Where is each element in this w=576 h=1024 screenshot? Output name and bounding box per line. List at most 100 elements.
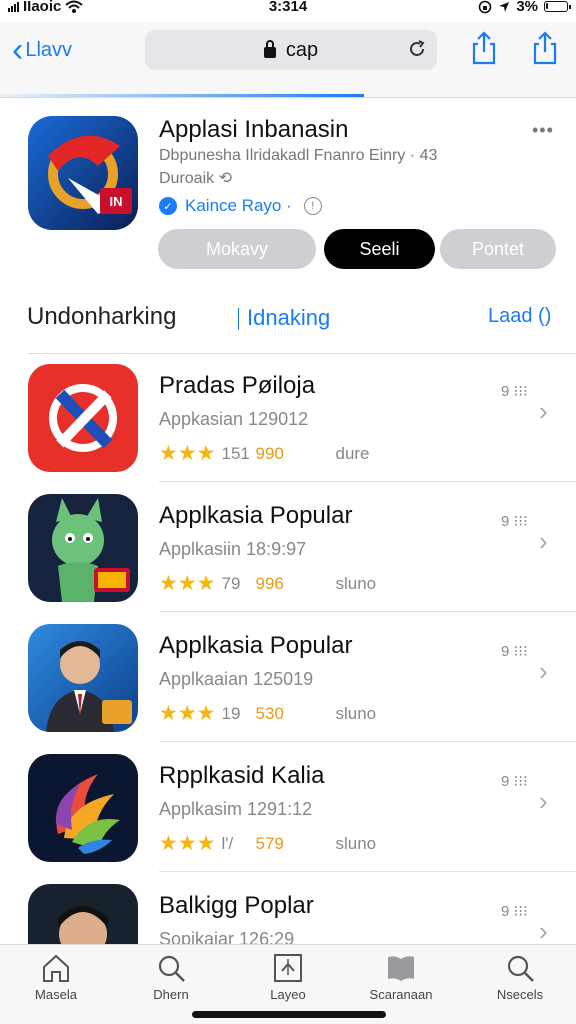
app-rating: ★★★ 79 996 sluno bbox=[159, 571, 376, 596]
rating-count: 151 bbox=[221, 443, 250, 463]
svg-text:IN: IN bbox=[110, 194, 123, 209]
more-options-icon[interactable]: ••• bbox=[532, 120, 554, 141]
share-icon[interactable] bbox=[530, 30, 560, 66]
star-rating-icon: ★★★ bbox=[159, 702, 216, 725]
browser-nav-bar: ‹ Llavv cap bbox=[0, 22, 576, 98]
app-category: Appkasian 129012 bbox=[159, 409, 309, 429]
status-right: 3% bbox=[478, 0, 571, 15]
row-menu[interactable]: 9 ⁝⁝⁝ bbox=[501, 902, 528, 920]
tab-label: Masela bbox=[35, 987, 77, 1002]
featured-app-title: Applasi Inbanasin bbox=[159, 116, 349, 143]
chevron-right-icon[interactable]: › bbox=[539, 526, 548, 557]
battery-icon bbox=[544, 1, 571, 12]
tab-4[interactable]: Scaranaan bbox=[351, 953, 451, 1002]
app-name: Applkasia Popular bbox=[159, 632, 353, 659]
url-bar[interactable]: cap bbox=[145, 30, 437, 70]
app-price: 990 bbox=[255, 443, 284, 463]
app-name: Rpplkasid Kalia bbox=[159, 762, 325, 789]
wave-icon: ⟲ bbox=[218, 170, 232, 187]
layers-icon bbox=[274, 954, 302, 982]
tab-label: Dhern bbox=[153, 987, 189, 1002]
reload-icon[interactable] bbox=[407, 39, 427, 59]
featured-button-3[interactable]: Pontet bbox=[440, 229, 556, 269]
app-rating: ★★★ 19 530 sluno bbox=[159, 701, 376, 726]
dots-icon: ⁝⁝⁝ bbox=[513, 773, 528, 790]
app-rating: ★★★ 151 990 dure bbox=[159, 441, 370, 466]
red-swoosh-logo-icon: IN bbox=[28, 116, 138, 230]
info-icon[interactable]: ! bbox=[303, 197, 322, 215]
app-action[interactable]: sluno bbox=[335, 834, 376, 854]
app-price: 996 bbox=[255, 573, 284, 593]
app-name: Applkasia Popular bbox=[159, 502, 353, 529]
tab-label: Layeo bbox=[270, 987, 306, 1002]
developer-name: Kaince Rayo · bbox=[185, 196, 292, 215]
dots-icon: ⁝⁝⁝ bbox=[513, 513, 528, 530]
featured-developer[interactable]: ✓ Kaince Rayo · ! bbox=[159, 196, 322, 216]
app-action[interactable]: dure bbox=[335, 444, 369, 464]
featured-app-icon[interactable]: IN bbox=[28, 116, 138, 230]
row-menu[interactable]: 9 ⁝⁝⁝ bbox=[501, 772, 528, 790]
tab-1[interactable]: Masela bbox=[6, 953, 106, 1002]
chevron-right-icon[interactable]: › bbox=[539, 396, 548, 427]
green-cat-mascot-icon bbox=[28, 494, 138, 602]
dots-icon: ⁝⁝⁝ bbox=[513, 383, 528, 400]
row-divider bbox=[159, 611, 576, 612]
red-x-logo-icon bbox=[28, 364, 138, 472]
featured-button-1[interactable]: Mokavy bbox=[158, 229, 316, 269]
rating-count: l'/ bbox=[221, 833, 234, 853]
chevron-right-icon[interactable]: › bbox=[539, 916, 548, 947]
star-rating-icon: ★★★ bbox=[159, 442, 216, 465]
location-icon bbox=[499, 1, 510, 12]
status-bar: IIaoic 3:314 3% bbox=[0, 0, 576, 18]
verified-icon: ✓ bbox=[159, 197, 177, 215]
app-category: Applkaaian 125019 bbox=[159, 669, 314, 689]
section-load-link[interactable]: Laad () bbox=[488, 305, 551, 328]
book-icon bbox=[388, 956, 414, 981]
featured-button-2[interactable]: Seeli bbox=[324, 229, 435, 269]
list-item[interactable]: Applkasia Popular Applkasiin 18:9:97 ★★★… bbox=[0, 484, 576, 612]
rating-count: 79 bbox=[221, 573, 241, 593]
row-divider bbox=[159, 481, 576, 482]
row-menu[interactable]: 9 ⁝⁝⁝ bbox=[501, 512, 528, 530]
tab-label: Nsecels bbox=[496, 987, 544, 1002]
app-action[interactable]: sluno bbox=[335, 704, 376, 724]
search-icon bbox=[158, 955, 185, 982]
app-price: 579 bbox=[255, 833, 284, 853]
page-load-progress bbox=[0, 94, 364, 97]
list-item[interactable]: Rpplkasid Kalia Applkasim 1291:12 ★★★ l'… bbox=[0, 744, 576, 872]
section-tab-link[interactable]: Idnaking bbox=[247, 305, 330, 331]
home-icon bbox=[43, 954, 69, 982]
row-divider bbox=[159, 871, 576, 872]
row-menu[interactable]: 9 ⁝⁝⁝ bbox=[501, 642, 528, 660]
home-indicator[interactable] bbox=[192, 1011, 386, 1018]
app-action[interactable]: sluno bbox=[335, 574, 376, 594]
tab-5[interactable]: Nsecels bbox=[470, 953, 570, 1002]
lock-icon bbox=[263, 39, 276, 58]
chevron-right-icon[interactable]: › bbox=[539, 656, 548, 687]
star-rating-icon: ★★★ bbox=[159, 572, 216, 595]
search-icon bbox=[507, 955, 534, 982]
star-rating-icon: ★★★ bbox=[159, 832, 216, 855]
dots-icon: ⁝⁝⁝ bbox=[513, 643, 528, 660]
app-category: Applkasiin 18:9:97 bbox=[159, 539, 307, 559]
rating-count: 19 bbox=[221, 703, 241, 723]
featured-app-subtitle: Dbpunesha Ilridakadl Fnanro Einry · 43 bbox=[159, 147, 438, 164]
featured-app-subtitle-2: Duroaik ⟲ bbox=[159, 170, 232, 187]
row-menu[interactable]: 9 ⁝⁝⁝ bbox=[501, 382, 528, 400]
app-name: Balkiɡg Poplar bbox=[159, 892, 314, 919]
row-divider bbox=[159, 741, 576, 742]
app-name: Pradas Pøiloja bbox=[159, 372, 316, 399]
url-text: cap bbox=[285, 38, 319, 61]
tab-3[interactable]: Layeo bbox=[238, 953, 338, 1002]
app-category: Applkasim 1291:12 bbox=[159, 799, 313, 819]
tab-2[interactable]: Dhern bbox=[121, 953, 221, 1002]
battery-percent: 3% bbox=[516, 0, 538, 15]
app-rating: ★★★ l'/ 579 sluno bbox=[159, 831, 376, 856]
chevron-right-icon[interactable]: › bbox=[539, 786, 548, 817]
list-item[interactable]: Pradas Pøiloja Appkasian 129012 ★★★ 151 … bbox=[0, 354, 576, 482]
section-title: Undonharking bbox=[27, 303, 177, 330]
orientation-lock-icon bbox=[479, 0, 492, 13]
back-button[interactable]: ‹ Llavv bbox=[12, 33, 72, 67]
list-item[interactable]: Applkasia Popular Applkaaian 125019 ★★★ … bbox=[0, 614, 576, 742]
share-icon[interactable] bbox=[469, 30, 499, 66]
